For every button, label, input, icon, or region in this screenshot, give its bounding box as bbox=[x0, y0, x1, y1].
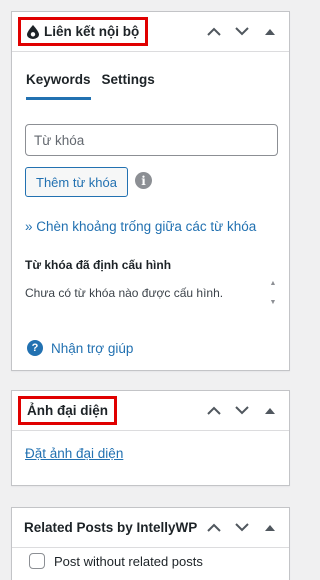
list-scroll-arrows[interactable]: ▲ ▼ bbox=[267, 280, 279, 306]
configured-keywords-list[interactable]: Chưa có từ khóa nào được cấu hình. ▲ ▼ bbox=[25, 280, 279, 306]
caret-up-icon bbox=[265, 28, 275, 35]
panel-header: Related Posts by IntellyWP bbox=[12, 508, 289, 548]
panel-actions bbox=[203, 400, 289, 422]
move-up-button[interactable] bbox=[203, 400, 225, 422]
info-icon[interactable]: i bbox=[135, 172, 152, 189]
internal-links-panel: Liên kết nội bộ Keywords Settings Thêm t… bbox=[11, 11, 290, 371]
drop-icon bbox=[27, 24, 39, 39]
question-icon: ? bbox=[27, 340, 43, 356]
chevron-up-icon bbox=[207, 523, 221, 532]
chevron-down-icon bbox=[235, 523, 249, 532]
tab-keywords[interactable]: Keywords bbox=[26, 72, 91, 100]
keyword-input[interactable] bbox=[25, 124, 278, 156]
panel-header: Ảnh đại diện bbox=[12, 391, 289, 431]
panel-title-text: Ảnh đại diện bbox=[27, 403, 108, 418]
chevron-down-icon bbox=[235, 406, 249, 415]
help-link-text: Nhận trợ giúp bbox=[51, 340, 134, 356]
caret-up-icon bbox=[265, 524, 275, 531]
empty-message: Chưa có từ khóa nào được cấu hình. bbox=[25, 286, 224, 300]
post-without-related-checkbox-row[interactable]: Post without related posts bbox=[29, 553, 203, 569]
configured-keywords-label: Từ khóa đã định cấu hình bbox=[25, 258, 172, 272]
chevron-down-icon bbox=[235, 27, 249, 36]
move-down-button[interactable] bbox=[231, 517, 253, 539]
post-without-related-checkbox[interactable] bbox=[29, 553, 45, 569]
chevron-up-icon bbox=[207, 406, 221, 415]
tab-bar: Keywords Settings bbox=[12, 72, 289, 100]
add-keyword-button[interactable]: Thêm từ khóa bbox=[25, 167, 128, 197]
set-featured-image-link[interactable]: Đặt ảnh đại diện bbox=[25, 446, 123, 461]
move-down-button[interactable] bbox=[231, 21, 253, 43]
chevron-up-icon bbox=[207, 27, 221, 36]
panel-title-text: Liên kết nội bộ bbox=[44, 24, 140, 39]
caret-up-icon bbox=[265, 407, 275, 414]
toggle-panel-button[interactable] bbox=[259, 400, 281, 422]
help-link[interactable]: ? Nhận trợ giúp bbox=[27, 340, 133, 356]
move-down-button[interactable] bbox=[231, 400, 253, 422]
panel-actions bbox=[203, 517, 289, 539]
toggle-panel-button[interactable] bbox=[259, 21, 281, 43]
move-up-button[interactable] bbox=[203, 517, 225, 539]
scroll-up-icon[interactable]: ▲ bbox=[270, 280, 277, 287]
move-up-button[interactable] bbox=[203, 21, 225, 43]
panel-title[interactable]: Liên kết nội bộ bbox=[18, 17, 149, 46]
featured-image-panel: Ảnh đại diện Đặt ảnh đại diện bbox=[11, 390, 290, 486]
tab-settings[interactable]: Settings bbox=[102, 72, 155, 100]
panel-title[interactable]: Related Posts by IntellyWP bbox=[24, 520, 197, 535]
related-posts-panel: Related Posts by IntellyWP Post without … bbox=[11, 507, 290, 580]
checkbox-label: Post without related posts bbox=[54, 553, 203, 569]
panel-header: Liên kết nội bộ bbox=[12, 12, 289, 52]
toggle-panel-button[interactable] bbox=[259, 517, 281, 539]
scroll-down-icon[interactable]: ▼ bbox=[270, 299, 277, 306]
panel-title-text: Related Posts by IntellyWP bbox=[24, 520, 198, 535]
panel-actions bbox=[203, 21, 289, 43]
panel-title[interactable]: Ảnh đại diện bbox=[18, 396, 117, 425]
insert-space-link[interactable]: » Chèn khoảng trống giữa các từ khóa bbox=[25, 219, 256, 234]
